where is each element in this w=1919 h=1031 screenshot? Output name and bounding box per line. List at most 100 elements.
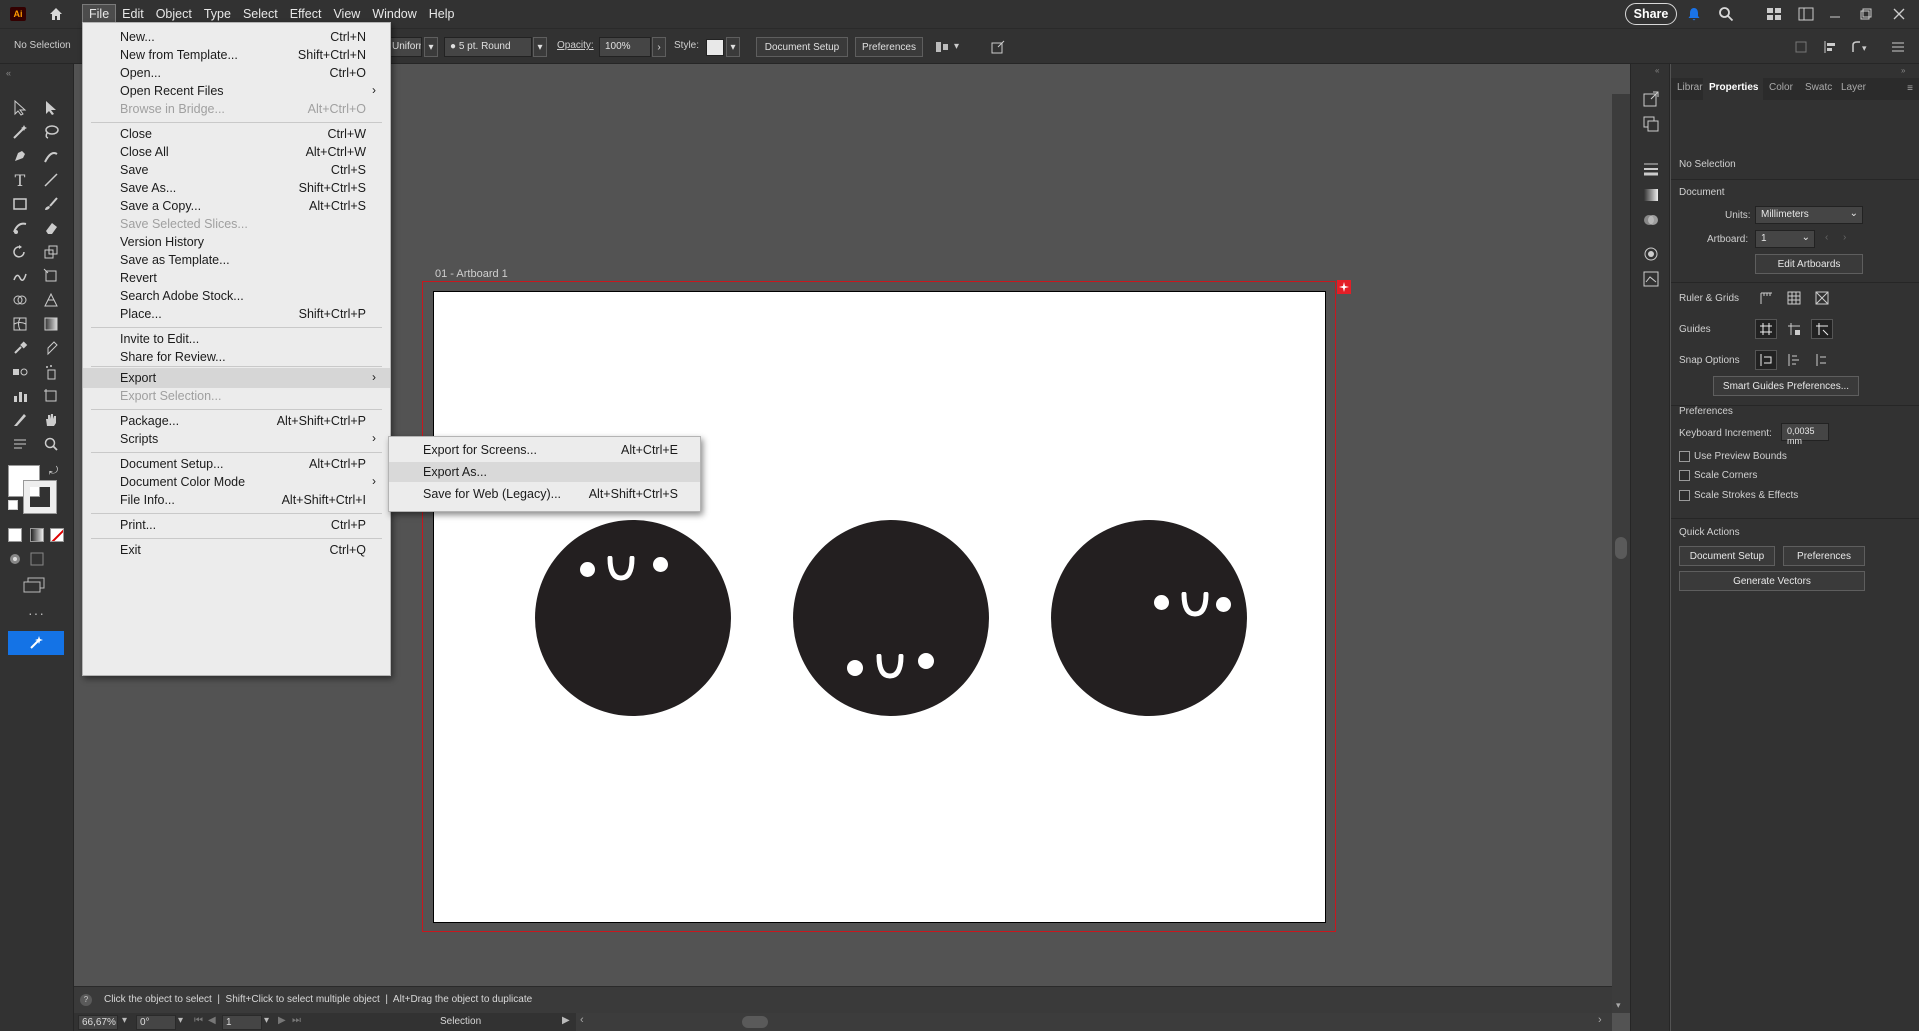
- previous-artboard-icon[interactable]: ◀: [208, 1015, 216, 1026]
- slice-tool-icon[interactable]: [9, 409, 31, 431]
- use-preview-bounds-checkbox[interactable]: [1679, 451, 1690, 462]
- smart-guides-icon[interactable]: [1811, 319, 1833, 339]
- menu-item-export[interactable]: Export ›: [83, 368, 390, 388]
- align-left-icon[interactable]: [1823, 39, 1839, 55]
- menu-item-save-for-web[interactable]: Save for Web (Legacy)... Alt+Shift+Ctrl+S: [389, 484, 700, 504]
- generative-badge-icon[interactable]: [1337, 280, 1351, 294]
- vertical-scrollbar[interactable]: ▾: [1612, 94, 1630, 1013]
- tab-color[interactable]: Color: [1763, 78, 1799, 100]
- selection-tool-icon[interactable]: [9, 97, 31, 119]
- edit-toolbar-icon[interactable]: [9, 433, 31, 455]
- chevron-right-icon[interactable]: ›: [1843, 232, 1846, 243]
- rotation-input[interactable]: 0°: [136, 1015, 176, 1030]
- stroke-swatch[interactable]: [24, 481, 56, 513]
- shaper-tool-icon[interactable]: [9, 217, 31, 239]
- first-artboard-icon[interactable]: ⏮: [194, 1015, 203, 1026]
- type-tool-icon[interactable]: T: [9, 169, 31, 191]
- more-tools-icon[interactable]: ···: [28, 605, 45, 621]
- warp-tool-icon[interactable]: [9, 265, 31, 287]
- swap-fill-stroke-icon[interactable]: ⤾: [49, 465, 58, 478]
- line-tool-icon[interactable]: [40, 169, 62, 191]
- menu-help[interactable]: Help: [423, 4, 461, 24]
- color-mode-icon[interactable]: [8, 528, 22, 542]
- magic-wand-icon[interactable]: [9, 121, 31, 143]
- smart-guides-preferences-button[interactable]: Smart Guides Preferences...: [1713, 376, 1859, 396]
- menu-effect[interactable]: Effect: [284, 4, 328, 24]
- artboard-dropdown[interactable]: 1 ⌄: [1755, 230, 1815, 248]
- search-icon[interactable]: [1717, 5, 1735, 23]
- last-artboard-icon[interactable]: ⏭: [292, 1015, 301, 1026]
- qa-document-setup-button[interactable]: Document Setup: [1679, 546, 1775, 566]
- tab-layers[interactable]: Layer: [1835, 78, 1871, 100]
- help-icon[interactable]: ?: [80, 994, 92, 1006]
- scale-tool-icon[interactable]: [40, 241, 62, 263]
- symbol-sprayer-icon[interactable]: [40, 361, 62, 383]
- next-artboard-icon[interactable]: ▶: [278, 1015, 286, 1026]
- menu-item-document-color-mode[interactable]: Document Color Mode ›: [83, 472, 390, 492]
- face-circle-1[interactable]: [535, 520, 731, 716]
- ruler-icon[interactable]: [1755, 288, 1777, 308]
- chevron-down-icon[interactable]: ▾: [264, 1015, 269, 1026]
- menu-item-open[interactable]: Open... Ctrl+O: [83, 63, 390, 83]
- stroke-panel-icon[interactable]: [1642, 160, 1660, 178]
- transform-icon[interactable]: [1793, 39, 1809, 55]
- menu-item-new-from-template[interactable]: New from Template... Shift+Ctrl+N: [83, 45, 390, 65]
- brush-dropdown[interactable]: ● 5 pt. Round: [444, 37, 532, 57]
- grid-icon[interactable]: [1783, 288, 1805, 308]
- preferences-button[interactable]: Preferences: [855, 37, 923, 57]
- scale-corners-checkbox[interactable]: [1679, 470, 1690, 481]
- share-button[interactable]: Share: [1625, 3, 1677, 25]
- menu-item-search-adobe-stock[interactable]: Search Adobe Stock...: [83, 286, 390, 306]
- tab-properties[interactable]: Properties: [1703, 78, 1763, 100]
- mesh-tool-icon[interactable]: [9, 313, 31, 335]
- direct-selection-tool-icon[interactable]: [40, 97, 62, 119]
- bell-icon[interactable]: [1685, 5, 1703, 23]
- tab-swatches[interactable]: Swatc: [1799, 78, 1835, 100]
- blend-tool-icon[interactable]: [9, 361, 31, 383]
- artboard-number-input[interactable]: 1: [222, 1015, 262, 1030]
- gradient-mode-icon[interactable]: [30, 528, 44, 542]
- edit-artboards-button[interactable]: Edit Artboards: [1755, 254, 1863, 274]
- keyboard-increment-input[interactable]: 0,0035 mm: [1781, 423, 1829, 446]
- scale-strokes-checkbox[interactable]: [1679, 490, 1690, 501]
- menu-item-invite-to-edit[interactable]: Invite to Edit...: [83, 329, 390, 349]
- chevron-right-icon[interactable]: ›: [1598, 1014, 1602, 1026]
- pixel-grid-icon[interactable]: [1811, 288, 1833, 308]
- workspace-icon[interactable]: [1797, 5, 1815, 23]
- panel-menu-icon[interactable]: [1890, 39, 1906, 55]
- image-trace-icon[interactable]: [1642, 270, 1660, 288]
- vertical-scroll-thumb[interactable]: [1615, 537, 1627, 559]
- face-circle-2[interactable]: [793, 520, 989, 716]
- face-circle-3[interactable]: [1051, 520, 1247, 716]
- show-guides-icon[interactable]: [1755, 319, 1777, 339]
- chevron-left-icon[interactable]: ‹: [1825, 232, 1828, 243]
- snap-grid-icon[interactable]: [1783, 350, 1805, 370]
- eyedropper-icon[interactable]: [9, 337, 31, 359]
- chevron-left-icon[interactable]: ‹: [580, 1014, 584, 1026]
- chevron-down-icon[interactable]: ▾: [178, 1015, 183, 1026]
- menu-item-document-setup[interactable]: Document Setup... Alt+Ctrl+P: [83, 454, 390, 474]
- chevron-down-icon[interactable]: ▾: [1616, 1000, 1621, 1011]
- appearance-panel-icon[interactable]: [1642, 245, 1660, 263]
- menu-item-share-for-review[interactable]: Share for Review...: [83, 347, 390, 367]
- none-mode-icon[interactable]: [50, 528, 64, 542]
- chevron-down-icon[interactable]: ▾: [424, 37, 438, 57]
- hand-tool-icon[interactable]: [40, 409, 62, 431]
- align-icon[interactable]: [934, 39, 950, 55]
- chevron-down-icon[interactable]: ▾: [533, 37, 547, 57]
- collapse-icon[interactable]: «: [1655, 66, 1659, 75]
- horizontal-scrollbar[interactable]: ‹ ›: [576, 1013, 1612, 1031]
- paintbrush-icon[interactable]: [40, 193, 62, 215]
- menu-item-print[interactable]: Print... Ctrl+P: [83, 515, 390, 535]
- menu-item-export-for-screens[interactable]: Export for Screens... Alt+Ctrl+E: [389, 440, 700, 460]
- collapse-icon[interactable]: »: [1901, 66, 1905, 75]
- puppet-warp-icon[interactable]: ▾: [1850, 39, 1870, 55]
- transparency-panel-icon[interactable]: [1642, 211, 1660, 229]
- export-icon[interactable]: [1642, 90, 1660, 108]
- zoom-input[interactable]: 66,67%: [78, 1015, 118, 1030]
- menu-item-open-recent[interactable]: Open Recent Files ›: [83, 81, 390, 101]
- panel-menu-icon[interactable]: ≡: [1907, 83, 1913, 94]
- menu-item-exit[interactable]: Exit Ctrl+Q: [83, 540, 390, 560]
- menu-file[interactable]: File: [82, 4, 117, 24]
- menu-item-package[interactable]: Package... Alt+Shift+Ctrl+P: [83, 411, 390, 431]
